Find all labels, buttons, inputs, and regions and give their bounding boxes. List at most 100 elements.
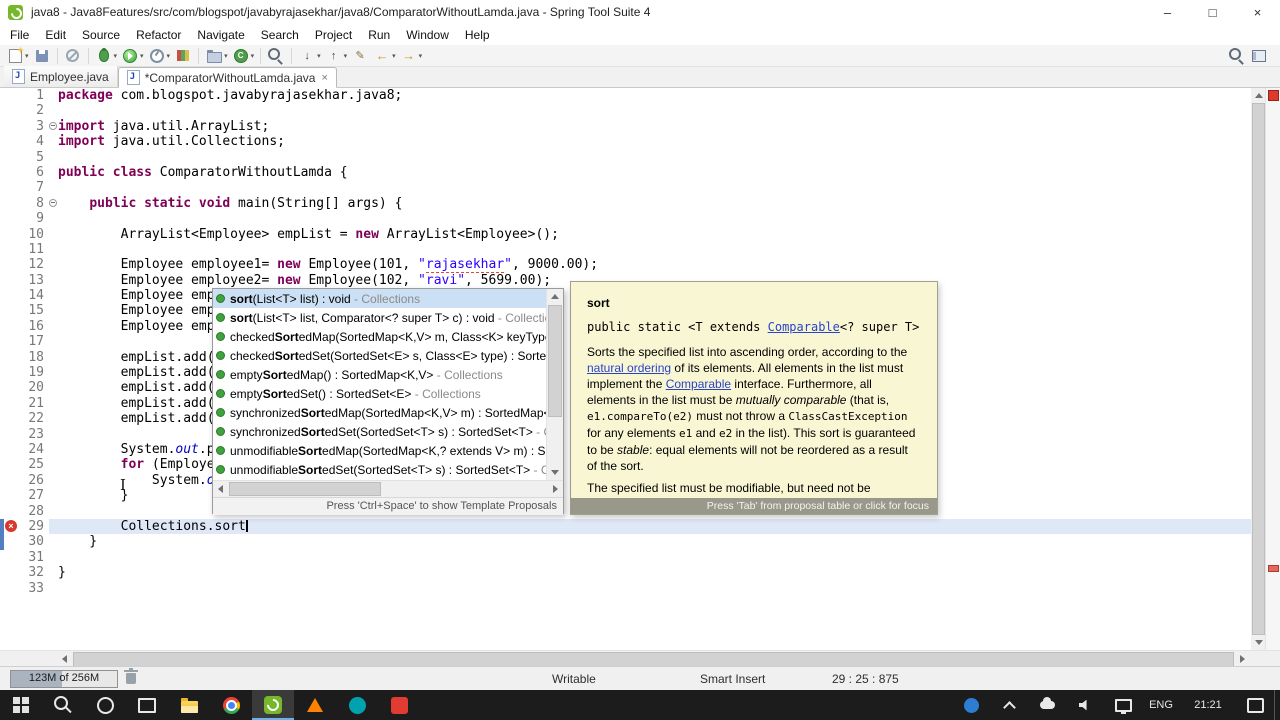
run-garbage-collector-button[interactable] [124, 668, 138, 684]
show-desktop-button[interactable] [1274, 690, 1280, 720]
autocomplete-item-9[interactable]: unmodifiableSortedMap(SortedMap<K,? exte… [213, 441, 546, 460]
toolbar-new-wizard-button[interactable]: ▾ [4, 46, 31, 66]
vertical-scroll-thumb[interactable] [1252, 103, 1265, 635]
maximize-button[interactable]: □ [1190, 0, 1235, 24]
autocomplete-hscroll-thumb[interactable] [229, 482, 381, 496]
horizontal-scroll-thumb[interactable] [73, 652, 1234, 667]
overview-ruler[interactable] [1265, 88, 1280, 650]
arrow-down-icon[interactable] [551, 470, 559, 475]
code-text[interactable]: } [58, 534, 1280, 549]
start-button[interactable] [0, 690, 42, 720]
scroll-left-button[interactable] [57, 651, 72, 666]
menu-item-source[interactable]: Source [74, 28, 128, 42]
taskbar-chrome-button[interactable] [210, 690, 252, 720]
toolbar-open-perspective-button[interactable] [1248, 46, 1270, 66]
javadoc-link[interactable]: Comparable [666, 377, 731, 391]
tray-network-button[interactable] [1104, 690, 1142, 720]
autocomplete-item-5[interactable]: emptySortedMap() : SortedMap<K,V> - Coll… [213, 365, 546, 384]
menu-item-help[interactable]: Help [457, 28, 498, 42]
toolbar-next-annotation-button[interactable]: ▾ [296, 46, 323, 66]
code-text[interactable]: import java.util.ArrayList; [58, 119, 1280, 134]
code-text[interactable]: package com.blogspot.javabyrajasekhar.ja… [58, 88, 1280, 103]
arrow-up-icon[interactable] [551, 294, 559, 299]
code-text[interactable]: public static void main(String[] args) { [58, 196, 1280, 211]
toolbar-search-dialog-button[interactable] [1226, 46, 1248, 66]
code-text[interactable]: } [58, 565, 1280, 580]
tray-onedrive-button[interactable] [1028, 690, 1066, 720]
autocomplete-item-6[interactable]: emptySortedSet() : SortedSet<E> - Collec… [213, 384, 546, 403]
taskbar-file-explorer-button[interactable] [168, 690, 210, 720]
javadoc-link[interactable]: Comparable [768, 320, 840, 334]
editor-tab-1[interactable]: Employee.java [4, 66, 118, 87]
toolbar-last-edit-location-button[interactable] [349, 46, 371, 66]
menu-item-project[interactable]: Project [307, 28, 360, 42]
autocomplete-item-7[interactable]: synchronizedSortedMap(SortedMap<K,V> m) … [213, 403, 546, 422]
toolbar-skip-all-breakpoints-button[interactable] [62, 46, 84, 66]
error-severity-indicator[interactable] [1268, 90, 1279, 101]
autocomplete-item-2[interactable]: sort(List<T> list, Comparator<? super T>… [213, 308, 546, 327]
language-indicator[interactable]: ENG [1142, 690, 1180, 720]
code-text[interactable] [58, 550, 1280, 565]
menu-item-navigate[interactable]: Navigate [189, 28, 252, 42]
autocomplete-item-3[interactable]: checkedSortedMap(SortedMap<K,V> m, Class… [213, 327, 546, 346]
toolbar-coverage-button[interactable] [172, 46, 194, 66]
code-text[interactable] [58, 150, 1280, 165]
toolbar-save-button[interactable] [31, 46, 53, 66]
fold-collapse-icon[interactable] [49, 198, 57, 207]
taskbar-teal-app-button[interactable] [336, 690, 378, 720]
menu-item-window[interactable]: Window [398, 28, 457, 42]
taskbar-cortana-button[interactable] [84, 690, 126, 720]
toolbar-prev-annotation-button[interactable]: ▾ [323, 46, 350, 66]
menu-item-search[interactable]: Search [253, 28, 307, 42]
code-text[interactable] [58, 242, 1280, 257]
toolbar-profile-button[interactable]: ▾ [146, 46, 173, 66]
javadoc-link[interactable]: natural ordering [587, 361, 671, 375]
toolbar-search-flashlight-button[interactable] [265, 46, 287, 66]
close-button[interactable]: × [1235, 0, 1280, 24]
editor-vertical-scrollbar[interactable] [1251, 88, 1266, 650]
autocomplete-item-4[interactable]: checkedSortedSet(SortedSet<E> s, Class<E… [213, 346, 546, 365]
taskbar-vlc-button[interactable] [294, 690, 336, 720]
scroll-down-button[interactable] [1251, 635, 1266, 650]
toolbar-back-button[interactable]: ▾ [371, 46, 398, 66]
scroll-right-button[interactable] [1235, 651, 1250, 666]
code-text[interactable] [58, 103, 1280, 118]
code-text[interactable]: Employee employee1= new Employee(101, "r… [58, 257, 1280, 274]
error-overview-marker[interactable] [1268, 565, 1279, 572]
fold-collapse-icon[interactable] [49, 121, 57, 130]
heap-status-widget[interactable]: 123M of 256M [10, 669, 118, 688]
code-text[interactable] [58, 581, 1280, 596]
scroll-up-button[interactable] [1251, 88, 1266, 103]
menu-item-refactor[interactable]: Refactor [128, 28, 189, 42]
toolbar-new-java-project-button[interactable]: ▾ [203, 46, 230, 66]
code-text[interactable]: public class ComparatorWithoutLamda { [58, 165, 1280, 180]
tab-close-icon[interactable]: × [321, 72, 327, 84]
autocomplete-hscrollbar[interactable] [213, 480, 563, 497]
code-text[interactable] [58, 180, 1280, 195]
code-text[interactable] [58, 211, 1280, 226]
editor-tab-2[interactable]: *ComparatorWithoutLamda.java × [117, 67, 337, 88]
editor-horizontal-scrollbar[interactable] [0, 650, 1280, 667]
toolbar-forward-button[interactable]: ▾ [398, 46, 425, 66]
toolbar-new-java-class-button[interactable]: ▾ [230, 46, 257, 66]
toolbar-debug-button[interactable]: ▾ [93, 46, 120, 66]
autocomplete-item-8[interactable]: synchronizedSortedSet(SortedSet<T> s) : … [213, 422, 546, 441]
minimize-button[interactable]: – [1145, 0, 1190, 24]
autocomplete-scrollbar[interactable] [546, 289, 563, 480]
code-text[interactable]: import java.util.Collections; [58, 134, 1280, 149]
action-center-button[interactable] [1236, 690, 1274, 720]
code-text[interactable]: Collections.sort [58, 518, 1280, 535]
taskbar-task-view-button[interactable] [126, 690, 168, 720]
autocomplete-scroll-thumb[interactable] [548, 305, 562, 417]
tray-bluetooth-button[interactable] [952, 690, 990, 720]
autocomplete-item-10[interactable]: unmodifiableSortedSet(SortedSet<T> s) : … [213, 460, 546, 479]
menu-item-file[interactable]: File [2, 28, 37, 42]
code-text[interactable]: ArrayList<Employee> empList = new ArrayL… [58, 227, 1280, 242]
taskbar-search-button[interactable] [42, 690, 84, 720]
taskbar-red-app-button[interactable] [378, 690, 420, 720]
autocomplete-item-1[interactable]: sort(List<T> list) : void - Collections [213, 289, 546, 308]
clock[interactable]: 21:21 [1180, 690, 1236, 720]
tray-speaker-button[interactable] [1066, 690, 1104, 720]
taskbar-sts-button[interactable] [252, 690, 294, 720]
menu-item-edit[interactable]: Edit [37, 28, 74, 42]
